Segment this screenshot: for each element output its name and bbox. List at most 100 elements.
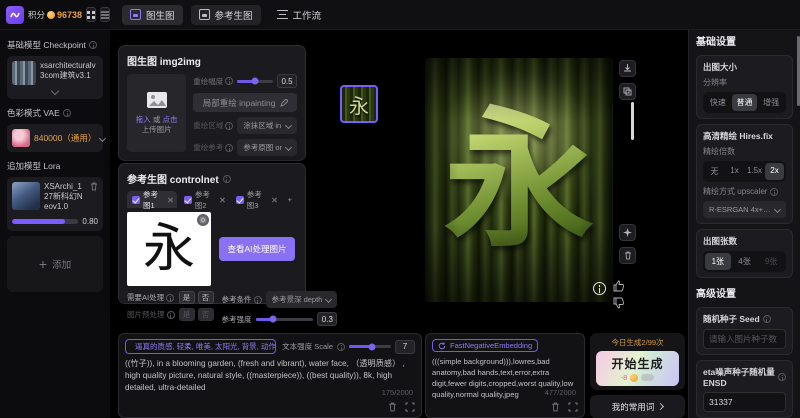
info-icon[interactable] <box>337 343 345 351</box>
gear-icon[interactable] <box>197 214 209 226</box>
expand-icon[interactable] <box>405 402 415 412</box>
result-thumbnail[interactable]: 永 <box>340 85 378 123</box>
chevron-down-icon <box>325 296 332 303</box>
grid-view-button[interactable] <box>86 7 96 22</box>
close-icon[interactable] <box>272 197 276 202</box>
need-ai-label: 需要AI处理 <box>127 292 174 303</box>
scale-value[interactable]: 7 <box>395 340 415 354</box>
add-lora-button[interactable]: + 添加 <box>7 236 103 292</box>
negative-prompt-text[interactable]: (((simple background))),lowres,bad anato… <box>432 356 578 400</box>
size-option-enhanced[interactable]: 增强 <box>758 94 784 111</box>
image-vignette <box>425 58 613 302</box>
info-icon[interactable] <box>778 373 786 381</box>
hires-title: 高清精绘 Hires.fix <box>703 130 786 142</box>
positive-prompt-text[interactable]: ((竹子)), in a blooming garden, (fresh and… <box>125 358 415 400</box>
info-icon[interactable] <box>225 77 233 85</box>
thumb-up-icon[interactable] <box>613 280 625 292</box>
info-icon[interactable] <box>223 175 231 183</box>
generated-image[interactable]: 永 <box>425 58 613 302</box>
seed-input[interactable] <box>703 329 786 349</box>
lora-card[interactable]: XSArchi_127新科幻Neov1.0 0.80 <box>7 177 103 231</box>
controlnet-add-tab[interactable]: + <box>283 191 297 208</box>
size-option-fast[interactable]: 快速 <box>705 94 731 111</box>
hires-option-2x[interactable]: 2x <box>765 163 784 180</box>
denoise-value[interactable]: 0.5 <box>277 74 297 88</box>
controlnet-panel-title: 参考生图 controlnet <box>127 171 297 186</box>
workflow-icon <box>277 10 288 19</box>
start-generate-label: 开始生成 <box>611 355 663 372</box>
trash-icon[interactable] <box>90 182 98 191</box>
lora-weight-slider[interactable]: 0.80 <box>12 217 98 226</box>
info-icon[interactable] <box>254 296 262 304</box>
checkpoint-card[interactable]: xsarchitecturalv3com建筑v3.1 <box>7 56 103 99</box>
start-generate-button[interactable]: 开始生成 -8 <box>596 351 679 386</box>
credits-display[interactable]: 积分 96738 <box>28 9 82 21</box>
app-logo-icon[interactable] <box>6 6 24 24</box>
tab-workflow[interactable]: 工作流 <box>269 5 330 25</box>
check-icon[interactable] <box>236 196 244 204</box>
tab-reference-generate[interactable]: 参考生图 <box>191 5 261 25</box>
need-ai-yes-button[interactable]: 是 <box>179 291 195 304</box>
chevron-down-icon[interactable] <box>99 134 106 141</box>
upscaler-dropdown[interactable]: R-ESRGAN 4x+（适合多种风 <box>703 201 786 218</box>
close-icon[interactable] <box>168 197 172 202</box>
info-icon[interactable] <box>89 41 97 49</box>
info-icon[interactable] <box>763 315 771 323</box>
seed-label-row: 随机种子 Seed <box>703 313 786 325</box>
image-info-icon[interactable] <box>593 282 606 295</box>
controlnet-tab-3[interactable]: 参考图3 <box>231 191 281 208</box>
prompt-preset-tag[interactable]: 逼真的质感, 轻柔, 唯美, 太阳光, 背景, 动作, 最佳质量 <box>125 339 276 354</box>
controlnet-tab-2[interactable]: 参考图2 <box>179 191 229 208</box>
upload-drag-text: 拖入 <box>136 115 151 124</box>
check-icon[interactable] <box>132 196 140 204</box>
checkpoint-thumbnail <box>12 61 36 85</box>
count-option-4[interactable]: 4张 <box>732 253 758 270</box>
enhance-button[interactable] <box>619 224 636 241</box>
info-icon[interactable] <box>770 188 778 196</box>
denoise-slider[interactable] <box>237 80 273 83</box>
ensd-input[interactable] <box>703 392 786 412</box>
download-button[interactable] <box>619 60 636 77</box>
reference-dropdown[interactable]: 参考原图 or <box>237 139 297 156</box>
chevron-down-icon <box>774 206 781 213</box>
hires-option-1-5x[interactable]: 1.5x <box>745 163 764 180</box>
upload-click-text[interactable]: 点击 <box>162 115 177 124</box>
delete-button[interactable] <box>619 247 636 264</box>
info-icon[interactable] <box>63 109 71 117</box>
hires-option-none[interactable]: 无 <box>705 163 724 180</box>
thumb-down-icon[interactable] <box>613 297 625 309</box>
scale-slider[interactable] <box>349 345 391 348</box>
condition-label: 参考条件 <box>222 294 262 305</box>
vae-card[interactable]: 840000（通用） <box>7 124 103 152</box>
strength-value[interactable]: 0.3 <box>317 312 337 326</box>
view-ai-processed-button[interactable]: 查看AI处理图片 <box>219 237 294 261</box>
expand-icon[interactable] <box>568 402 578 412</box>
hires-option-1x[interactable]: 1x <box>725 163 744 180</box>
inpainting-button[interactable]: 局部重绘 inpainting <box>193 93 297 112</box>
hires-segment: 无 1x 1.5x 2x <box>703 161 786 182</box>
chevron-down-icon[interactable] <box>51 87 59 95</box>
controlnet-tab-1[interactable]: 参考图1 <box>127 191 177 208</box>
menu-button[interactable] <box>100 7 110 22</box>
my-phrases-button[interactable]: 我的常用词 <box>590 395 685 418</box>
region-dropdown[interactable]: 涂抹区域 in <box>237 117 297 134</box>
strength-slider[interactable] <box>256 318 314 321</box>
canvas-scrollbar[interactable] <box>631 102 634 140</box>
condition-dropdown[interactable]: 参考景深 depth <box>266 291 338 308</box>
ensd-label: eta噪声种子随机量 ENSD <box>703 366 775 388</box>
close-icon[interactable] <box>220 197 224 202</box>
count-option-1[interactable]: 1张 <box>705 253 731 270</box>
info-icon[interactable] <box>166 294 174 302</box>
info-icon <box>167 311 175 319</box>
controlnet-reference-image[interactable]: 永 <box>127 212 211 286</box>
add-label: 添加 <box>52 257 71 271</box>
tab-img2img[interactable]: 图生图 <box>122 5 183 25</box>
negative-preset-tag[interactable]: FastNegativeEmbedding <box>432 339 538 352</box>
size-option-normal[interactable]: 普通 <box>732 94 758 111</box>
trash-icon[interactable] <box>388 402 397 412</box>
compare-button[interactable] <box>619 83 636 100</box>
check-icon[interactable] <box>184 196 192 204</box>
need-ai-no-button[interactable]: 否 <box>198 291 214 304</box>
image-upload-dropzone[interactable]: 拖入 或 点击 上传图片 <box>127 74 186 152</box>
trash-icon[interactable] <box>551 402 560 412</box>
